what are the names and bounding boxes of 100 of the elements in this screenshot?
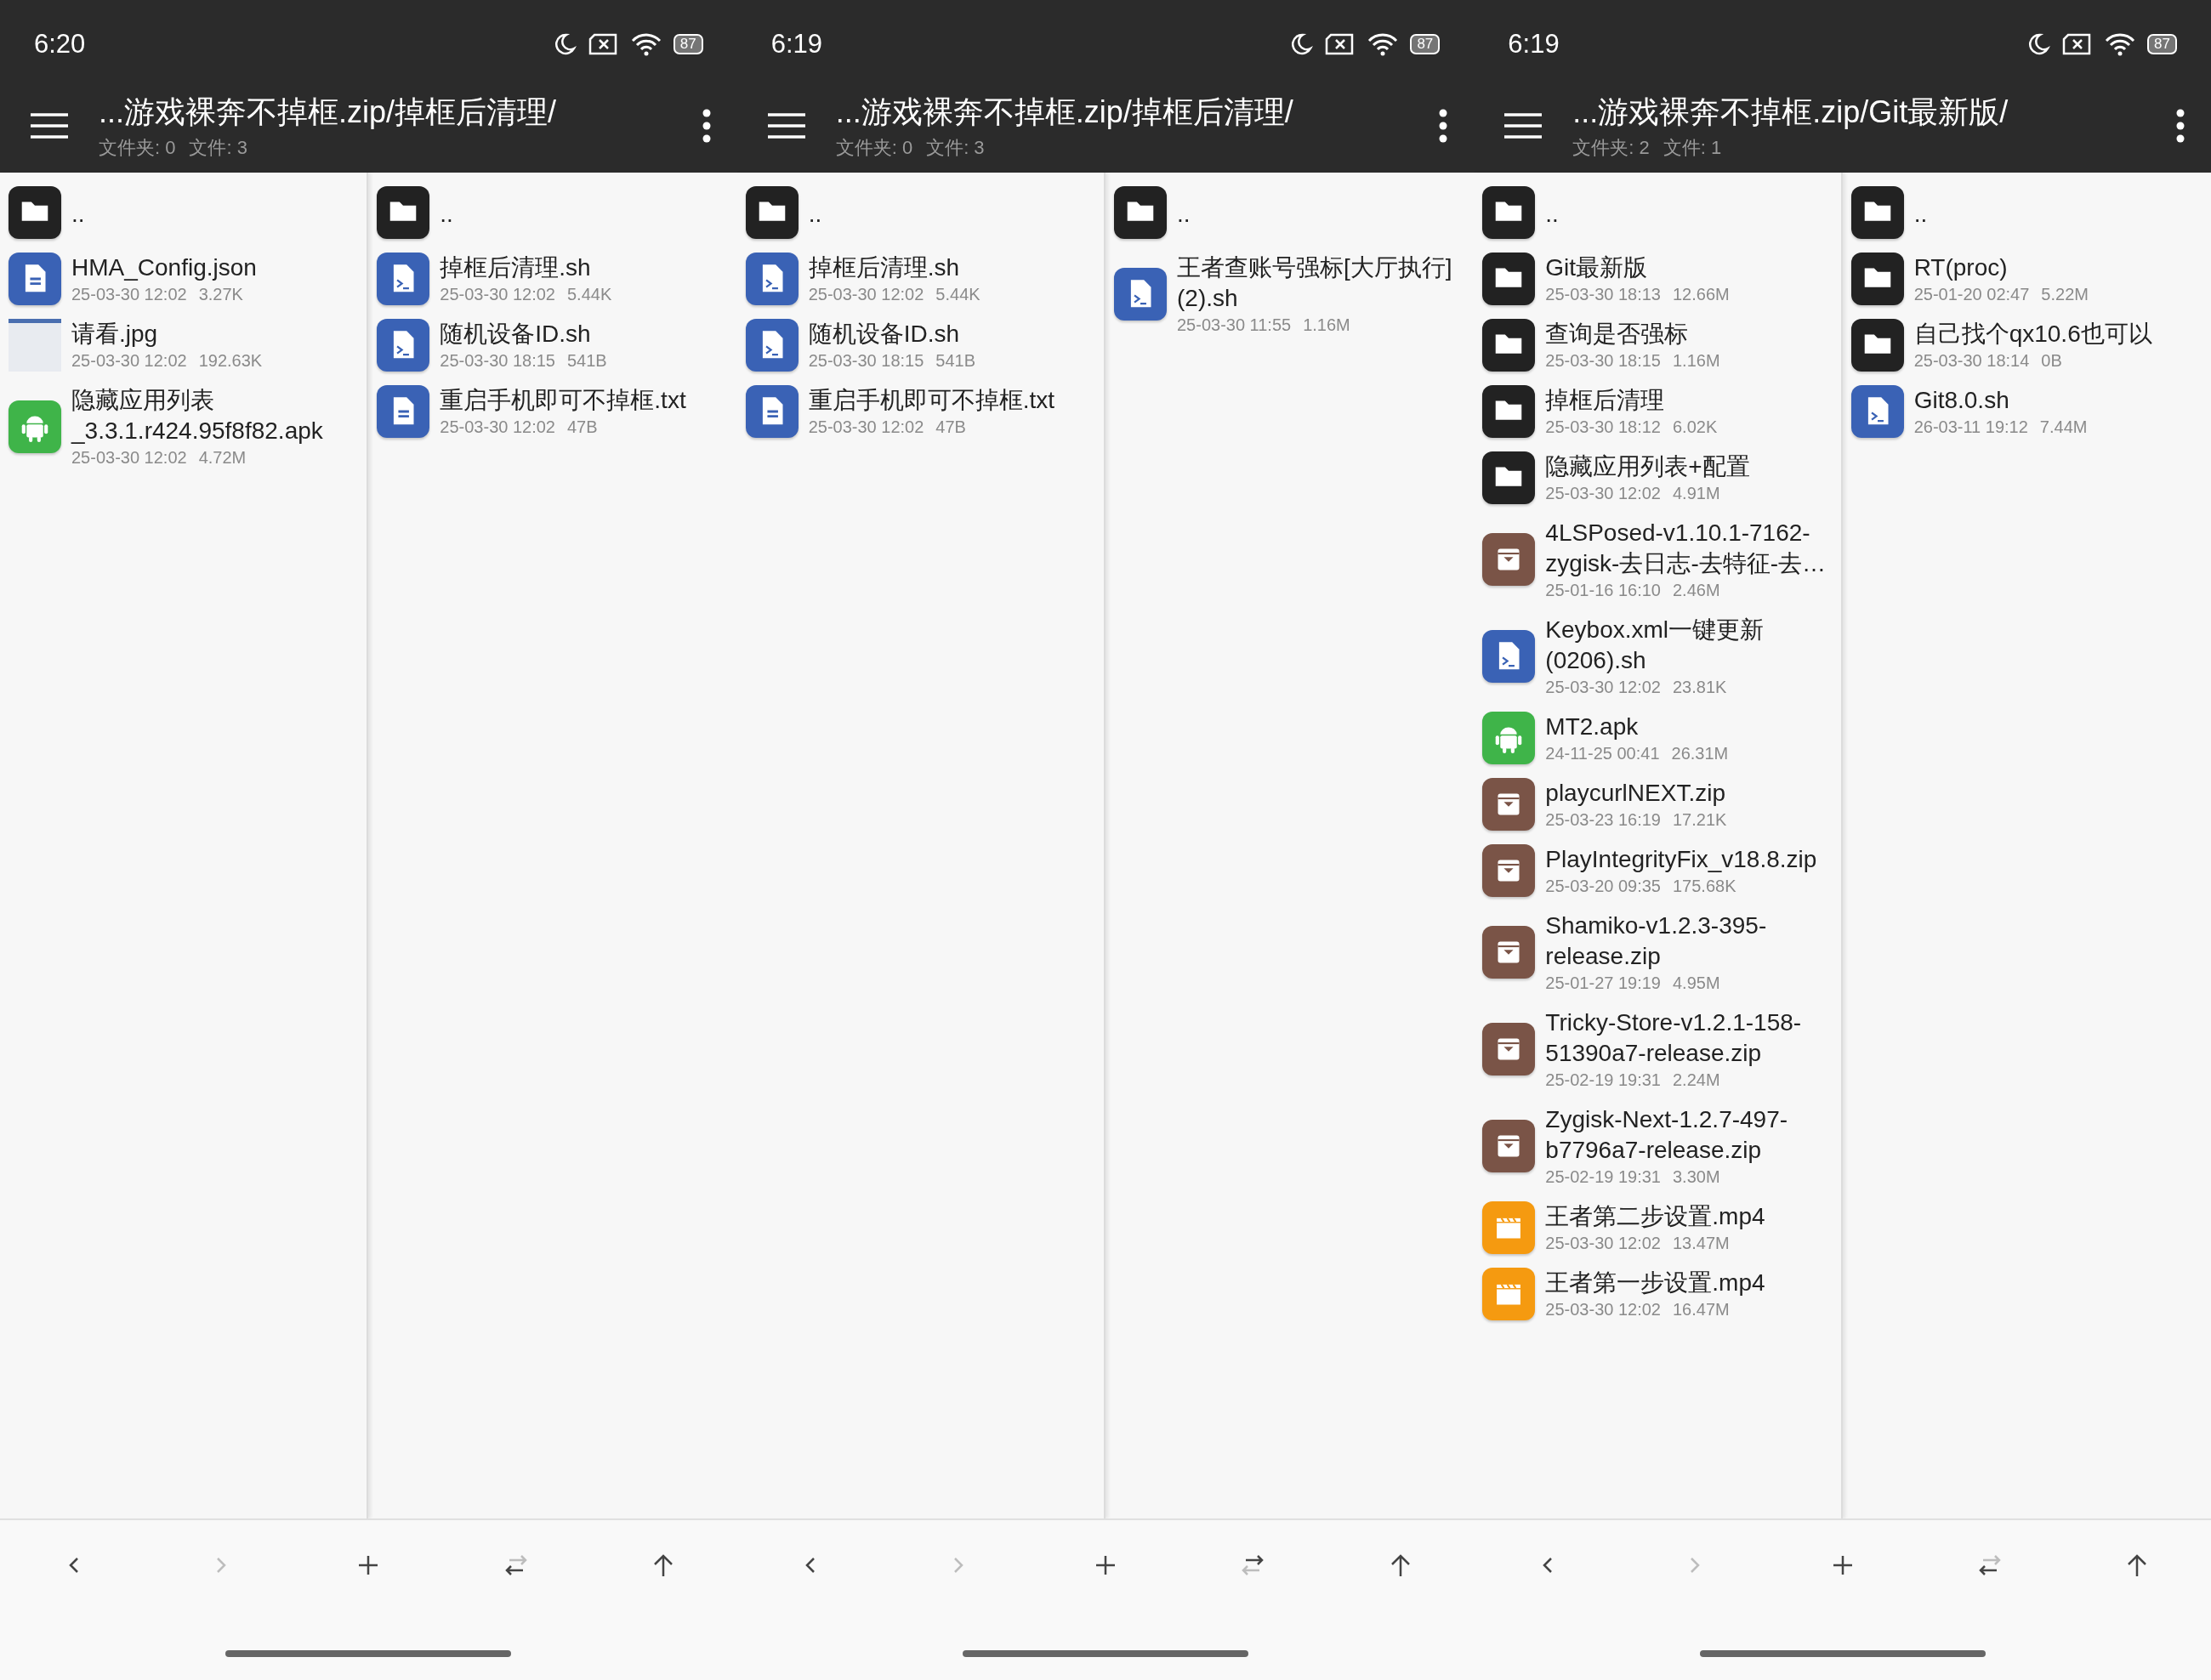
more-options-icon[interactable] — [701, 109, 712, 143]
document-icon — [377, 385, 430, 438]
path-title: ...游戏裸奔不掉框.zip/掉框后清理/ — [835, 93, 1294, 131]
file-name[interactable]: 掉框后清理.sh — [808, 253, 1097, 283]
file-date: 25-03-30 18:14 — [1913, 350, 2030, 372]
android-icon — [1482, 712, 1536, 764]
parent-folder-label[interactable]: .. — [1545, 199, 1559, 230]
file-size: 0B — [2041, 350, 2062, 372]
file-date: 25-03-30 11:55 — [1177, 315, 1292, 336]
menu-icon[interactable] — [767, 112, 805, 139]
file-name[interactable]: Keybox.xml一键更新(0206).sh — [1545, 615, 1834, 676]
file-name[interactable]: Tricky-Store-v1.2.1-158-51390a7-release.zip — [1545, 1007, 1834, 1069]
folder-icon — [1850, 253, 1904, 305]
file-name[interactable]: 掉框后清理.sh — [440, 253, 730, 283]
folder-icon — [1482, 385, 1536, 438]
file-name[interactable]: 王者查账号强标[大厅执行](2).sh — [1177, 253, 1468, 314]
parent-folder-label[interactable]: .. — [440, 199, 453, 230]
file-date: 25-03-30 12:02 — [71, 447, 187, 468]
file-date: 25-03-30 12:02 — [1545, 1233, 1661, 1254]
file-size: 541B — [935, 350, 976, 372]
file-date: 24-11-25 00:41 — [1545, 743, 1660, 764]
file-size: 5.22M — [2041, 284, 2089, 305]
file-name[interactable]: 查询是否强标 — [1545, 319, 1834, 349]
clapperboard-icon — [1482, 1268, 1536, 1320]
file-name[interactable]: 重启手机即可不掉框.txt — [808, 385, 1097, 416]
file-size: 7.44M — [2039, 417, 2088, 438]
folder-icon — [9, 186, 61, 239]
more-options-icon[interactable] — [1438, 109, 1449, 143]
parent-folder-label[interactable]: .. — [71, 199, 85, 230]
file-name[interactable]: HMA_Config.json — [71, 253, 361, 283]
file-name[interactable]: 随机设备ID.sh — [440, 319, 730, 349]
file-date: 25-01-16 16:10 — [1545, 580, 1661, 601]
file-date: 25-03-30 12:02 — [71, 350, 187, 372]
folder-icon — [1482, 253, 1536, 305]
file-date: 25-03-30 12:02 — [71, 284, 187, 305]
file-size: 17.21K — [1673, 809, 1727, 831]
plus-icon — [358, 1554, 379, 1575]
file-size: 4.91M — [1673, 483, 1720, 504]
file-name[interactable]: Git最新版 — [1545, 253, 1834, 283]
file-name[interactable]: 请看.jpg — [71, 319, 361, 349]
file-name[interactable]: 4LSPosed-v1.10.1-7162-zygisk-去日志-去特征-去… — [1545, 518, 1834, 579]
more-options-icon[interactable] — [2175, 109, 2185, 143]
file-name[interactable]: Git8.0.sh — [1913, 385, 2204, 416]
file-name[interactable]: Shamiko-v1.2.3-395-release.zip — [1545, 911, 1834, 972]
file-date: 25-03-30 18:15 — [440, 350, 555, 372]
file-date: 26-03-11 19:12 — [1913, 417, 2028, 438]
file-name[interactable]: Zygisk-Next-1.2.7-497-b7796a7-release.zip — [1545, 1104, 1834, 1166]
file-name[interactable]: 隐藏应用列表_3.3.1.r424.95f8f82.apk — [71, 385, 361, 446]
file-size: 47B — [935, 417, 966, 438]
folder-icon — [1482, 186, 1536, 239]
file-date: 25-03-30 12:02 — [808, 417, 924, 438]
file-name[interactable]: playcurlNEXT.zip — [1545, 778, 1834, 809]
parent-folder-label[interactable]: .. — [1177, 199, 1191, 230]
photo-placeholder — [9, 319, 61, 372]
file-name[interactable]: 重启手机即可不掉框.txt — [440, 385, 730, 416]
folder-icon — [1114, 186, 1167, 239]
file-count: 文件: 1 — [1663, 135, 1722, 160]
file-date: 25-01-20 02:47 — [1913, 284, 2030, 305]
file-name[interactable]: MT2.apk — [1545, 712, 1834, 742]
file-count: 文件: 3 — [926, 135, 985, 160]
file-size: 4.72M — [198, 447, 247, 468]
file-date: 25-03-20 09:35 — [1545, 876, 1661, 897]
battery-indicator: 87 — [2147, 33, 2177, 54]
clock-time: 6:19 — [770, 28, 822, 60]
file-date: 25-03-30 12:02 — [1545, 483, 1661, 504]
parent-folder-label[interactable]: .. — [1913, 199, 1928, 230]
clock-time: 6:19 — [1508, 28, 1560, 60]
archive-icon — [1482, 778, 1536, 831]
parent-folder-label[interactable]: .. — [808, 199, 822, 230]
file-name[interactable]: 随机设备ID.sh — [808, 319, 1097, 349]
folder-icon — [1850, 319, 1904, 372]
file-name[interactable]: 隐藏应用列表+配置 — [1545, 451, 1834, 482]
file-size: 3.27K — [198, 284, 243, 305]
file-size: 26.31M — [1671, 743, 1729, 764]
menu-icon[interactable] — [1504, 112, 1543, 139]
file-size: 2.24M — [1673, 1070, 1720, 1091]
file-name[interactable]: 自己找个qx10.6也可以 — [1913, 319, 2204, 349]
script-file-icon — [1482, 630, 1536, 683]
archive-icon — [1482, 1120, 1536, 1172]
file-name[interactable]: PlayIntegrityFix_v18.8.zip — [1545, 844, 1834, 875]
file-date: 25-03-30 12:02 — [440, 417, 555, 438]
file-date: 25-03-30 18:13 — [1545, 284, 1661, 305]
menu-icon[interactable] — [31, 112, 68, 139]
document-icon — [9, 253, 61, 305]
file-date: 25-03-30 18:15 — [808, 350, 924, 372]
file-count: 文件: 3 — [189, 135, 247, 160]
file-size: 12.66M — [1673, 284, 1730, 305]
archive-icon — [1482, 533, 1536, 586]
file-size: 47B — [567, 417, 598, 438]
file-name[interactable]: 王者第一步设置.mp4 — [1545, 1268, 1834, 1298]
file-name[interactable]: 王者第二步设置.mp4 — [1545, 1201, 1834, 1232]
up-arrow-icon — [653, 1553, 674, 1577]
file-size: 1.16M — [1303, 315, 1350, 336]
file-name[interactable]: 掉框后清理 — [1545, 385, 1834, 416]
script-file-icon — [745, 319, 799, 372]
document-icon — [745, 385, 799, 438]
script-file-icon — [745, 253, 799, 305]
file-date: 25-03-23 16:19 — [1545, 809, 1661, 831]
file-name[interactable]: RT(proc) — [1913, 253, 2204, 283]
clapperboard-icon — [1482, 1201, 1536, 1254]
